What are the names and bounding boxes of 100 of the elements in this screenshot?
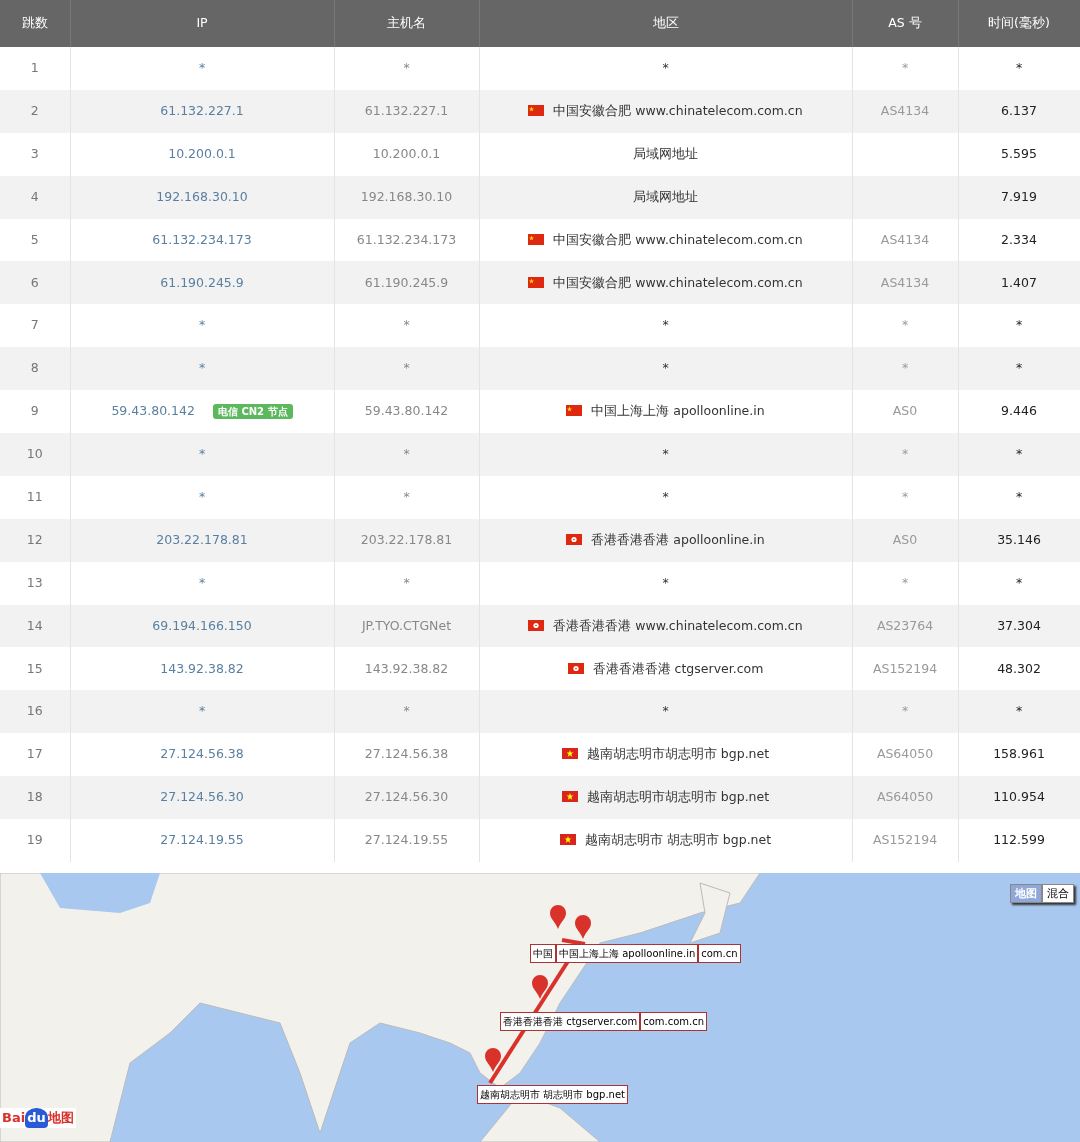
map-pin-icon <box>575 914 591 939</box>
as-number: * <box>901 446 909 462</box>
hop-number: 17 <box>26 746 43 762</box>
hop-number: 11 <box>26 488 43 504</box>
latency-value: 37.304 <box>997 617 1041 633</box>
region-text: 局域网地址 <box>633 145 698 161</box>
hostname-text: * <box>403 446 410 462</box>
as-number: * <box>901 317 909 333</box>
hop-number: 13 <box>26 574 43 590</box>
latency-value: 2.334 <box>1001 231 1037 247</box>
hop-number: 15 <box>26 660 43 676</box>
hostname-text: 61.132.234.173 <box>356 231 457 247</box>
latency-value: 48.302 <box>997 660 1041 676</box>
ip-address: 69.194.166.150 <box>152 617 252 633</box>
hop-number: 18 <box>26 789 43 805</box>
latency-value: 112.599 <box>993 832 1045 848</box>
region-text: * <box>662 703 669 719</box>
column-header: AS 号 <box>852 0 958 47</box>
as-number: AS0 <box>892 531 918 547</box>
region-text: 中国上海上海 apolloonline.in <box>591 403 765 419</box>
column-header: 跳数 <box>0 0 70 47</box>
hop-number: 16 <box>26 703 43 719</box>
hop-number: 8 <box>30 360 39 376</box>
as-number: AS23764 <box>876 617 934 633</box>
hostname-text: * <box>403 317 410 333</box>
latency-value: 5.595 <box>1001 145 1037 161</box>
map-marker-label: com.cn <box>698 943 741 963</box>
hostname-text: 27.124.19.55 <box>364 832 449 848</box>
hostname-text: * <box>403 60 410 76</box>
column-header: 时间(毫秒) <box>958 0 1080 47</box>
as-number: AS64050 <box>876 746 934 762</box>
latency-value: * <box>1015 574 1023 590</box>
latency-value: * <box>1015 60 1023 76</box>
ip-address: 61.132.234.173 <box>152 231 252 247</box>
hostname-text: 61.190.245.9 <box>364 274 449 290</box>
hostname-text: 203.22.178.81 <box>360 531 453 547</box>
region-text: * <box>662 317 669 333</box>
region-text: * <box>662 574 669 590</box>
ip-address: 192.168.30.10 <box>156 188 248 204</box>
as-number: AS152194 <box>872 832 938 848</box>
region-text: 中国安徽合肥 www.chinatelecom.com.cn <box>553 274 803 290</box>
latency-value: 158.961 <box>993 746 1045 762</box>
map-pin-icon <box>550 904 566 929</box>
ip-address: * <box>198 488 206 504</box>
region-text: 中国安徽合肥 www.chinatelecom.com.cn <box>553 231 803 247</box>
hop-number: 4 <box>30 188 39 204</box>
region-text: 中国安徽合肥 www.chinatelecom.com.cn <box>553 102 803 118</box>
region-text: 香港香港香港 apolloonline.in <box>591 531 765 547</box>
ip-address: * <box>198 360 206 376</box>
latency-value: 35.146 <box>997 531 1041 547</box>
latency-value: * <box>1015 703 1023 719</box>
latency-value: * <box>1015 488 1023 504</box>
as-number: AS4134 <box>880 231 930 247</box>
hostname-text: 143.92.38.82 <box>364 660 449 676</box>
region-text: * <box>662 360 669 376</box>
hostname-text: 192.168.30.10 <box>360 188 453 204</box>
column-header: 主机名 <box>334 0 479 47</box>
hostname-text: JP.TYO.CTGNet <box>361 617 452 633</box>
hostname-text: * <box>403 488 410 504</box>
map-pin-icon <box>485 1047 501 1072</box>
hostname-text: * <box>403 703 410 719</box>
region-text: 香港香港香港 ctgserver.com <box>592 660 764 676</box>
as-number: * <box>901 360 909 376</box>
latency-value: 7.919 <box>1001 188 1037 204</box>
ip-address: * <box>198 446 206 462</box>
hop-number: 19 <box>26 832 43 848</box>
region-text: 香港香港香港 www.chinatelecom.com.cn <box>553 617 803 633</box>
latency-value: * <box>1015 446 1023 462</box>
region-text: * <box>662 446 669 462</box>
as-number: * <box>901 488 909 504</box>
column-header: 地区 <box>479 0 852 47</box>
hop-number: 5 <box>30 231 39 247</box>
ip-address: * <box>198 60 206 76</box>
ip-address: * <box>198 574 206 590</box>
hop-number: 12 <box>26 531 43 547</box>
as-number: AS4134 <box>880 274 930 290</box>
region-text: * <box>662 60 669 76</box>
hop-number: 9 <box>30 403 39 419</box>
as-number: AS4134 <box>880 102 930 118</box>
hop-number: 10 <box>26 446 43 462</box>
latency-value: * <box>1015 317 1023 333</box>
as-number: * <box>901 60 909 76</box>
ip-address: 27.124.19.55 <box>160 832 244 848</box>
hostname-text: 10.200.0.1 <box>372 145 441 161</box>
region-text: * <box>662 488 669 504</box>
hostname-text: 27.124.56.30 <box>364 789 449 805</box>
ip-address: 61.132.227.1 <box>160 102 244 118</box>
hop-number: 3 <box>30 145 39 161</box>
hop-number: 2 <box>30 102 39 118</box>
latency-value: 6.137 <box>1001 102 1037 118</box>
hostname-text: 27.124.56.38 <box>364 746 449 762</box>
ip-address: 143.92.38.82 <box>160 660 244 676</box>
hostname-text: * <box>403 574 410 590</box>
latency-value: 1.407 <box>1001 274 1037 290</box>
as-number: AS152194 <box>872 660 938 676</box>
latency-value: 110.954 <box>993 789 1045 805</box>
hop-number: 6 <box>30 274 39 290</box>
latency-value: * <box>1015 360 1023 376</box>
as-number: AS0 <box>892 403 918 419</box>
ip-address: 10.200.0.1 <box>168 145 236 161</box>
